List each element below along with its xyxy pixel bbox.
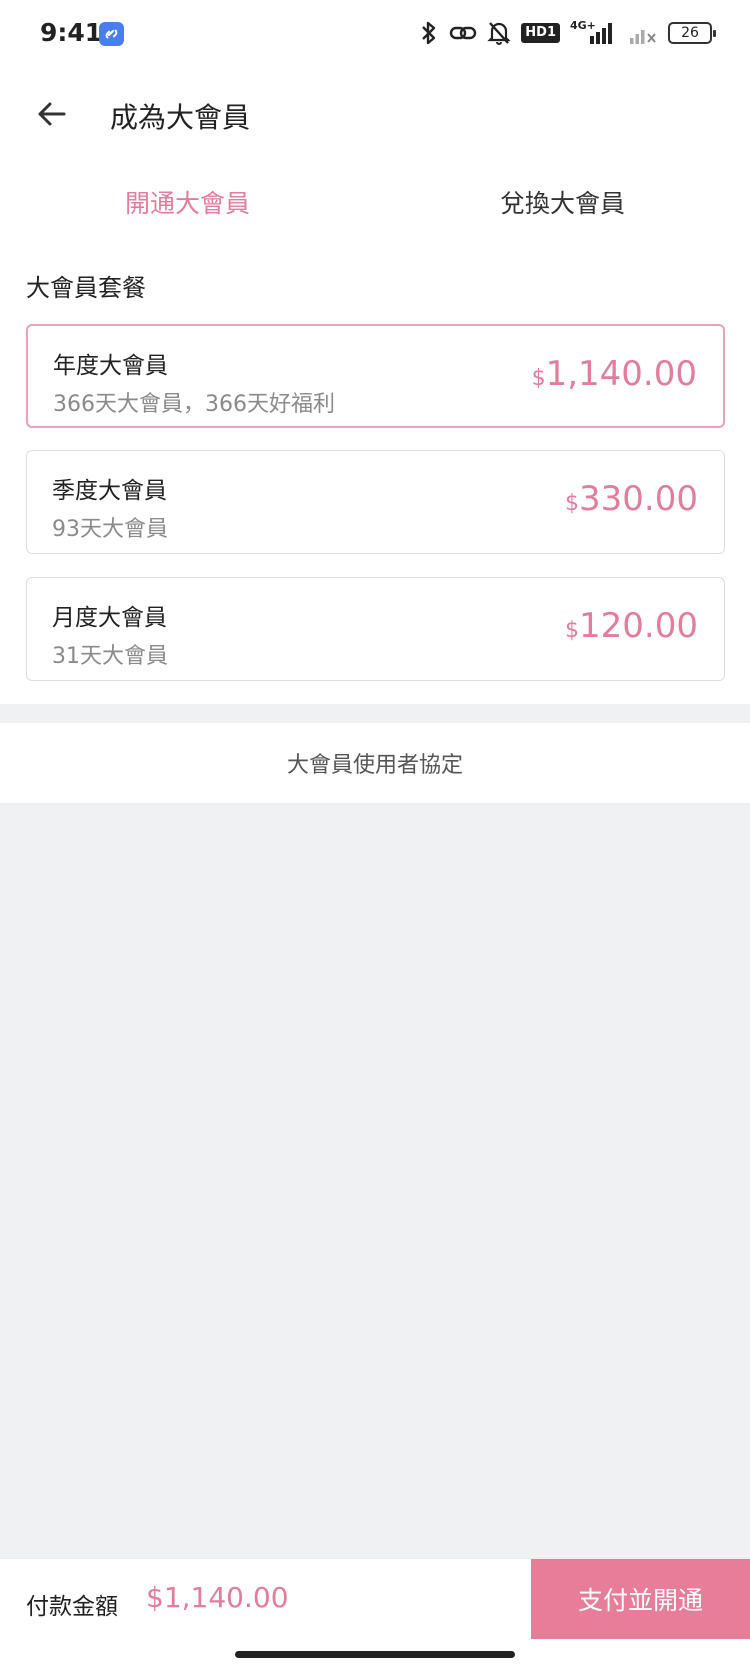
back-arrow-icon[interactable] — [34, 96, 70, 132]
status-time: 9:41 — [40, 18, 103, 47]
price-value: 120.00 — [579, 606, 698, 646]
signal-weak-icon — [630, 30, 656, 44]
plan-card-annual[interactable]: 年度大會員 366天大會員，366天好福利 $1,140.00 — [26, 324, 725, 428]
pay-and-activate-button[interactable]: 支付並開通 — [531, 1559, 750, 1639]
tab-bar: 開通大會員 兌換大會員 — [0, 170, 750, 238]
hd-badge: HD1 — [521, 23, 560, 43]
pay-amount-label: 付款金額 — [26, 1594, 118, 1620]
currency-symbol: $ — [531, 366, 546, 391]
plan-desc: 31天大會員 — [52, 644, 168, 669]
page-title: 成為大會員 — [110, 101, 251, 134]
app-bar: 成為大會員 — [0, 80, 750, 150]
link-icon — [450, 26, 477, 40]
plan-price: $330.00 — [565, 479, 698, 519]
plan-desc: 93天大會員 — [52, 517, 168, 542]
price-value: 330.00 — [579, 479, 698, 519]
plan-card-quarterly[interactable]: 季度大會員 93天大會員 $330.00 — [26, 450, 725, 554]
plan-name: 月度大會員 — [52, 605, 167, 631]
status-icons: HD1 4G+ 26 — [419, 18, 716, 48]
battery-icon: 26 — [668, 22, 716, 44]
plan-name: 季度大會員 — [52, 478, 167, 504]
mute-bell-icon — [487, 22, 511, 45]
tab-redeem-membership[interactable]: 兌換大會員 — [375, 184, 750, 220]
packages-section: 大會員套餐 年度大會員 366天大會員，366天好福利 $1,140.00 季度… — [0, 238, 750, 704]
status-bar: 9:41 HD1 4G+ 26 — [0, 0, 750, 66]
user-agreement-link[interactable]: 大會員使用者協定 — [287, 747, 463, 779]
pay-amount-value: $1,140.00 — [146, 1581, 289, 1614]
plan-price: $1,140.00 — [532, 354, 697, 394]
bluetooth-icon — [422, 21, 436, 45]
link-app-icon — [99, 22, 124, 46]
signal-4g-icon: 4G+ — [570, 20, 618, 46]
bottom-bar: 付款金額 $1,140.00 支付並開通 — [0, 1558, 750, 1668]
section-title: 大會員套餐 — [26, 274, 146, 302]
tab-activate-membership[interactable]: 開通大會員 — [0, 184, 375, 220]
plan-price: $120.00 — [565, 606, 698, 646]
agreement-row: 大會員使用者協定 — [0, 723, 750, 803]
plan-card-monthly[interactable]: 月度大會員 31天大會員 $120.00 — [26, 577, 725, 681]
currency-symbol: $ — [565, 491, 580, 516]
plan-name: 年度大會員 — [53, 353, 168, 379]
currency-symbol: $ — [565, 618, 580, 643]
home-indicator[interactable] — [235, 1651, 515, 1658]
plan-desc: 366天大會員，366天好福利 — [53, 392, 335, 417]
price-value: 1,140.00 — [545, 354, 697, 394]
